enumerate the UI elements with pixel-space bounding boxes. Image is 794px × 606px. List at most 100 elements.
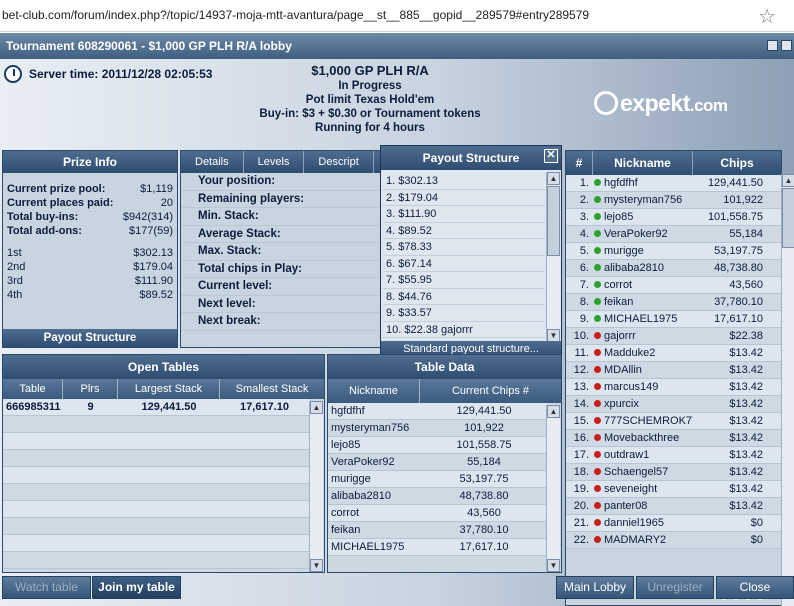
table-data-row[interactable]: corrot 43,560 <box>328 505 548 522</box>
player-row[interactable]: 17. outdraw1 $13.42 <box>566 447 781 464</box>
player-status-dot-icon <box>594 417 601 424</box>
col-largest-header[interactable]: Largest Stack <box>118 379 220 399</box>
player-row[interactable]: 3. lejo85 101,558.75 <box>566 209 781 226</box>
main-lobby-button[interactable]: Main Lobby <box>556 576 634 599</box>
player-status-dot-icon <box>594 536 601 543</box>
table-row[interactable] <box>3 467 309 484</box>
player-row[interactable]: 14. xpurcix $13.42 <box>566 396 781 413</box>
close-icon[interactable]: ✕ <box>544 149 558 163</box>
scroll-up-icon[interactable]: ▲ <box>547 172 560 185</box>
table-row[interactable] <box>3 484 309 501</box>
table-row[interactable] <box>3 450 309 467</box>
payout-structure-button[interactable]: Payout Structure <box>3 329 177 347</box>
table-data-scrollbar[interactable]: ▲ ▼ <box>546 405 560 572</box>
table-data-row[interactable]: feikan 37,780.10 <box>328 522 548 539</box>
player-chips: $13.42 <box>729 347 763 359</box>
scroll-thumb[interactable] <box>547 186 560 256</box>
player-row[interactable]: 8. feikan 37,780.10 <box>566 294 781 311</box>
player-chips: $13.42 <box>729 449 763 461</box>
col-smallest-header[interactable]: Smallest Stack <box>220 379 324 399</box>
tab-details[interactable]: Details <box>181 151 244 173</box>
minimize-icon[interactable] <box>767 40 778 51</box>
tab-levels[interactable]: Levels <box>244 151 305 173</box>
table-row[interactable] <box>3 501 309 518</box>
table-row[interactable] <box>3 416 309 433</box>
player-nickname-cell: lejo85 <box>593 209 693 225</box>
player-nickname: corrot <box>604 279 633 291</box>
player-row[interactable]: 1. hgfdfhf 129,441.50 <box>566 175 781 192</box>
player-nickname-cell: corrot <box>593 277 693 293</box>
table-data-row[interactable]: VeraPoker92 55,184 <box>328 454 548 471</box>
payout-popup-title: Payout Structure ✕ <box>381 146 561 170</box>
payout-popup: Payout Structure ✕ 1. $302.13 2. $179.04 3.… <box>380 145 562 359</box>
table-data-row[interactable]: hgfdfhf 129,441.50 <box>328 403 548 420</box>
browser-address-bar[interactable]: bet-club.com/forum/index.php?/topic/1493… <box>0 0 794 32</box>
player-row[interactable]: 13. marcus149 $13.42 <box>566 379 781 396</box>
payout-item: 4. $89.52 <box>383 223 545 239</box>
player-row[interactable]: 5. murigge 53,197.75 <box>566 243 781 260</box>
player-row[interactable]: 7. corrot 43,560 <box>566 277 781 294</box>
maximize-icon[interactable] <box>781 40 792 51</box>
table-row[interactable] <box>3 535 309 552</box>
player-row[interactable]: 20. panter08 $13.42 <box>566 498 781 515</box>
scroll-down-icon[interactable]: ▼ <box>310 559 323 572</box>
player-nickname-cell: Schaengel57 <box>593 464 693 480</box>
player-row[interactable]: 9. MICHAEL1975 17,617.10 <box>566 311 781 328</box>
player-row[interactable]: 12. MDAllin $13.42 <box>566 362 781 379</box>
player-rank: 5. <box>579 245 589 257</box>
col-rank-header[interactable]: # <box>566 151 593 175</box>
table-data-row[interactable]: alibaba2810 48,738.80 <box>328 488 548 505</box>
player-row[interactable]: 2. mysteryman756 101,922 <box>566 192 781 209</box>
player-row[interactable]: 11. Madduke2 $13.42 <box>566 345 781 362</box>
players-scrollbar[interactable]: ▲ <box>781 174 794 606</box>
bookmark-star-icon[interactable]: ☆ <box>758 4 776 29</box>
player-row[interactable]: 18. Schaengel57 $13.42 <box>566 464 781 481</box>
player-row[interactable]: 15. 777SCHEMROK77 $13.42 <box>566 413 781 430</box>
col-table-header[interactable]: Table <box>3 379 63 399</box>
prize-info-value: $942(314) <box>122 211 173 223</box>
watch-table-button[interactable]: Watch table <box>2 576 91 599</box>
open-tables-scrollbar[interactable]: ▲ ▼ <box>309 401 323 572</box>
scroll-thumb[interactable] <box>782 188 794 248</box>
lobby-window: Tournament 608290061 - $1,000 GP PLH R/A… <box>0 33 794 606</box>
scroll-down-icon[interactable]: ▼ <box>547 559 560 572</box>
scroll-up-icon[interactable]: ▲ <box>547 405 560 418</box>
tab-descript[interactable]: Descript <box>304 151 374 173</box>
player-row[interactable]: 4. VeraPoker92 55,184 <box>566 226 781 243</box>
payout-scrollbar[interactable]: ▲ ▼ <box>546 172 560 342</box>
player-nickname-cell: mysteryman756 <box>593 192 693 208</box>
player-row[interactable]: 10. gajorrr $22.38 <box>566 328 781 345</box>
player-row[interactable]: 21. danniel1965 $0 <box>566 515 781 532</box>
unregister-button[interactable]: Unregister <box>636 576 714 599</box>
payout-item: 5. $78.33 <box>383 239 545 256</box>
player-row[interactable]: 19. seveneight $13.42 <box>566 481 781 498</box>
player-row[interactable]: 22. MADMARY2 $0 <box>566 532 781 549</box>
join-my-table-button[interactable]: Join my table <box>92 576 181 599</box>
table-data-title: Table Data <box>328 355 561 379</box>
player-row[interactable]: 6. alibaba2810 48,738.80 <box>566 260 781 277</box>
scroll-up-icon[interactable]: ▲ <box>782 174 794 187</box>
table-row[interactable]: 666985311 9 129,441.50 17,617.10 <box>3 399 309 416</box>
col-current-chips-header[interactable]: Current Chips # <box>420 379 561 403</box>
player-chips: 48,738.80 <box>714 262 763 274</box>
col-nickname-header[interactable]: Nickname <box>328 379 420 403</box>
payout-item: 8. $44.76 <box>383 289 545 305</box>
col-plrs-header[interactable]: Plrs <box>63 379 118 399</box>
url-text[interactable]: bet-club.com/forum/index.php?/topic/1493… <box>2 8 589 22</box>
prize-info-row: Total add-ons: $177(59) <box>3 225 177 239</box>
player-row[interactable]: 16. Movebackthree $13.42 <box>566 430 781 447</box>
player-chips: $13.42 <box>729 483 763 495</box>
table-data-row[interactable]: murigge 53,197.75 <box>328 471 548 488</box>
col-chips-header[interactable]: Chips <box>693 151 781 175</box>
table-row[interactable] <box>3 518 309 535</box>
player-chips: 43,560 <box>729 279 763 291</box>
table-row[interactable] <box>3 552 309 569</box>
close-button[interactable]: Close <box>716 576 794 599</box>
table-row[interactable] <box>3 433 309 450</box>
scroll-up-icon[interactable]: ▲ <box>310 401 323 414</box>
col-nickname-header[interactable]: Nickname <box>593 151 693 175</box>
table-data-row[interactable]: mysteryman756 101,922 <box>328 420 548 437</box>
table-data-row[interactable]: MICHAEL1975 17,617.10 <box>328 539 548 556</box>
table-data-row[interactable]: lejo85 101,558.75 <box>328 437 548 454</box>
payout-item: 10. $22.38 gajorrr <box>383 322 545 338</box>
